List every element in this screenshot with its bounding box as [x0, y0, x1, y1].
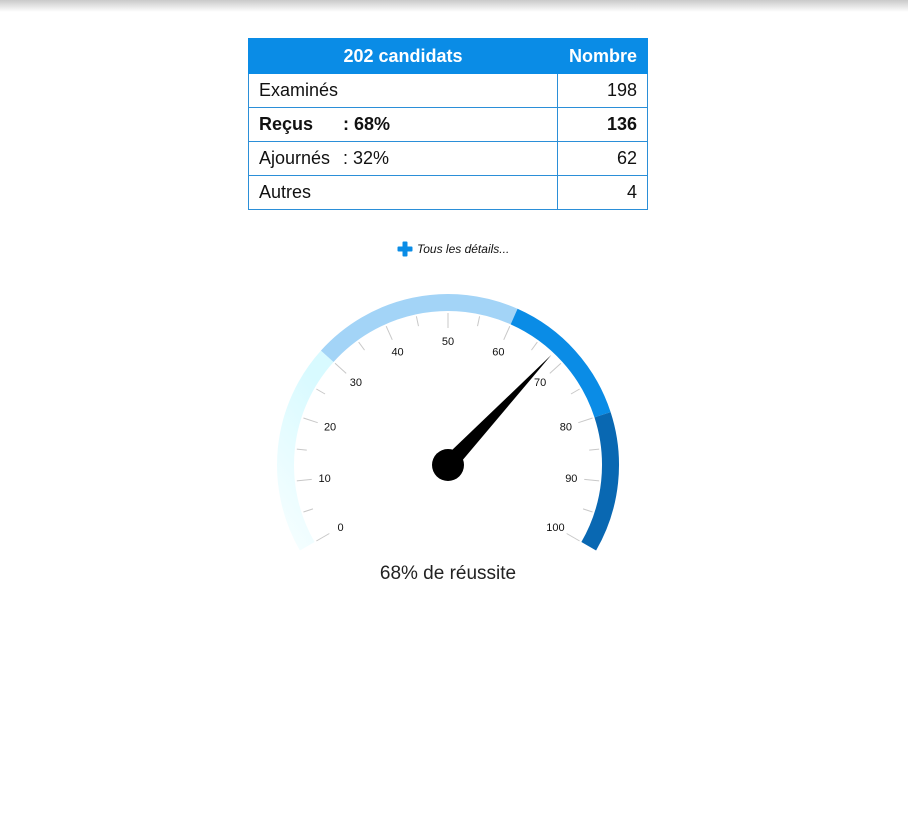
gauge-major-tick: [584, 478, 600, 482]
gauge-minor-tick: [303, 508, 314, 513]
gauge-tick-label: 60: [492, 347, 504, 359]
gauge-minor-tick: [316, 388, 326, 395]
gauge-minor-tick: [415, 316, 419, 327]
gauge-needle: [432, 354, 552, 481]
gauge-major-tick: [385, 325, 393, 341]
gauge-tick-label: 0: [338, 522, 344, 534]
gauge-needle-hub: [432, 449, 464, 481]
gauge-tick-label: 30: [350, 377, 362, 389]
gauge-caption: 68% de réussite: [379, 563, 517, 584]
gauge-minor-tick: [582, 508, 593, 513]
gauge-tick-label: 100: [546, 522, 564, 534]
gauge-tick-label: 50: [442, 336, 454, 348]
gauge-minor-tick: [589, 448, 600, 451]
gauge-tick-label: 90: [565, 473, 577, 485]
gauge-band-0: [277, 350, 334, 551]
gauge-minor-tick: [358, 341, 365, 351]
gauge-minor-tick: [296, 448, 307, 451]
gauge-tick-label: 10: [319, 473, 331, 485]
gauge-tick-label: 80: [560, 422, 572, 434]
gauge-major-tick: [503, 325, 511, 341]
gauge-major-tick: [566, 533, 580, 542]
gauge-minor-tick: [570, 388, 580, 395]
gauge-labels: 0 10 20 30 40 50 60 70 80 90 100: [319, 336, 578, 534]
gauge-tick-label: 40: [391, 347, 403, 359]
gauge-band-1: [320, 294, 518, 363]
gauge-major-tick: [578, 417, 593, 424]
gauge-tick-label: 20: [324, 422, 336, 434]
gauge-tick-label: 70: [534, 377, 546, 389]
gauge-major-tick: [334, 362, 347, 374]
gauge-minor-tick: [477, 316, 481, 327]
gauge-major-tick: [296, 478, 312, 482]
success-gauge: 0 10 20 30 40 50 60 70 80 90 100: [277, 294, 619, 551]
gauge-major-tick: [303, 417, 318, 424]
gauge-major-tick: [549, 362, 562, 374]
gauge-major-tick: [316, 533, 330, 542]
gauge-minor-tick: [531, 341, 538, 351]
